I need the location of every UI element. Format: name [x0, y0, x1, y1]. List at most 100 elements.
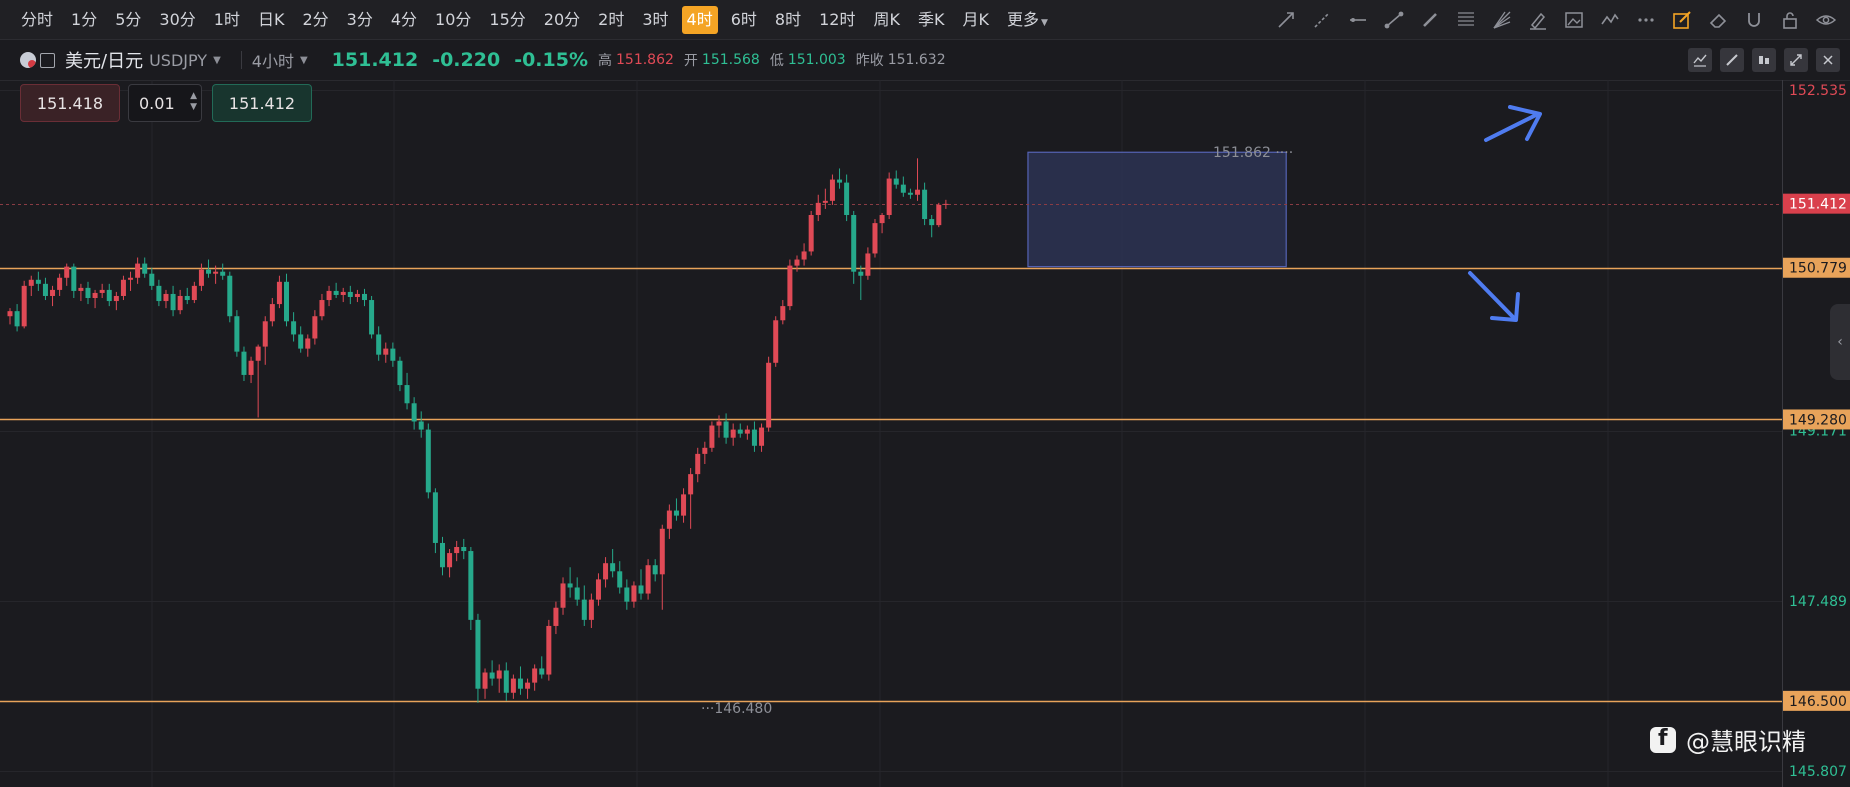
- period-selector[interactable]: 4小时: [252, 48, 294, 72]
- sell-price-button[interactable]: 151.418: [20, 84, 120, 122]
- timeframe-15[interactable]: 6时: [726, 6, 762, 34]
- more-dots-icon[interactable]: [1632, 6, 1660, 34]
- chevron-down-icon[interactable]: ▼: [213, 55, 221, 66]
- timeframe-1[interactable]: 1分: [66, 6, 102, 34]
- candle-body-37: [269, 304, 275, 322]
- candle-body-87: [624, 587, 630, 602]
- wave-icon[interactable]: [1596, 6, 1624, 34]
- candle-body-9: [71, 266, 77, 291]
- price-axis[interactable]: 152.535149.171147.489145.807150.779149.2…: [1783, 83, 1850, 780]
- timeframe-10[interactable]: 15分: [484, 6, 530, 34]
- timeframe-11[interactable]: 20分: [539, 6, 585, 34]
- group-icon: [40, 52, 55, 68]
- segment-icon[interactable]: [1380, 6, 1408, 34]
- candle-body-46: [333, 290, 339, 295]
- candle-body-2: [21, 285, 27, 327]
- low-marker-label: ···146.480: [701, 701, 772, 717]
- candle-body-15: [113, 295, 119, 302]
- eraser-icon[interactable]: [1704, 6, 1732, 34]
- candle-body-126: [900, 184, 906, 193]
- compare-icon[interactable]: [1752, 48, 1776, 72]
- candle-body-23: [170, 293, 176, 311]
- candle-body-69: [496, 670, 502, 679]
- price-change: -0.220: [432, 49, 501, 71]
- chevron-down-icon[interactable]: ▼: [300, 55, 308, 66]
- candle-body-8: [64, 266, 70, 278]
- candle-body-91: [652, 565, 658, 575]
- chevron-down-icon: ▼: [1040, 18, 1048, 28]
- candle-body-82: [588, 599, 594, 620]
- level-tag-0: 150.779: [1789, 261, 1847, 277]
- timeframe-6[interactable]: 2分: [297, 6, 333, 34]
- prev-close-value: 151.632: [887, 52, 946, 68]
- candle-body-55: [397, 360, 403, 386]
- last-price: 151.412: [331, 49, 419, 71]
- candle-body-105: [751, 429, 757, 446]
- magnet-icon[interactable]: [1740, 6, 1768, 34]
- timeframe-12[interactable]: 2时: [593, 6, 629, 34]
- candle-body-19: [142, 263, 148, 274]
- chevron-left-icon[interactable]: ‹: [1830, 304, 1850, 380]
- eye-icon[interactable]: [1812, 6, 1840, 34]
- symbol-name[interactable]: 美元/日元: [65, 47, 143, 73]
- timeframe-17[interactable]: 12时: [814, 6, 860, 34]
- indicator-icon[interactable]: [1688, 48, 1712, 72]
- timeframe-0[interactable]: 分时: [16, 6, 58, 34]
- candle-body-103: [737, 429, 743, 434]
- timeframe-18[interactable]: 周K: [868, 6, 905, 34]
- timeframe-2[interactable]: 5分: [110, 6, 146, 34]
- stepper-arrows-icon[interactable]: ▲ ▼: [190, 91, 197, 113]
- image-icon[interactable]: [1560, 6, 1588, 34]
- symbol-summary: 美元/日元 USDJPY ▼ 4小时 ▼ 151.412 -0.220 -0.1…: [20, 40, 946, 80]
- horizontal-line-icon[interactable]: [1344, 6, 1372, 34]
- candle-body-53: [383, 348, 389, 355]
- fibonacci-icon[interactable]: [1452, 6, 1480, 34]
- timeframe-9[interactable]: 10分: [430, 6, 476, 34]
- fullscreen-icon[interactable]: [1784, 48, 1808, 72]
- timeframe-7[interactable]: 3分: [342, 6, 378, 34]
- ray-line-icon[interactable]: [1308, 6, 1336, 34]
- candle-body-32: [234, 316, 240, 352]
- candle-body-10: [78, 287, 84, 291]
- pen-icon[interactable]: [1416, 6, 1444, 34]
- candle-body-66: [475, 619, 481, 689]
- candle-body-112: [801, 251, 807, 260]
- timeframe-8[interactable]: 4分: [386, 6, 422, 34]
- high-marker-label: 151.862 ····: [1213, 145, 1293, 161]
- buy-price-button[interactable]: 151.412: [212, 84, 312, 122]
- timeframe-13[interactable]: 3时: [637, 6, 673, 34]
- timeframe-5[interactable]: 日K: [253, 6, 290, 34]
- price-change-pct: -0.15%: [514, 49, 588, 71]
- timeframe-3[interactable]: 30分: [154, 6, 200, 34]
- highlighter-icon[interactable]: [1524, 6, 1552, 34]
- trend-line-icon[interactable]: [1272, 6, 1300, 34]
- gann-fan-icon[interactable]: [1488, 6, 1516, 34]
- level-tag-2: 146.500: [1789, 694, 1847, 710]
- candle-body-71: [510, 678, 516, 693]
- timeframe-19[interactable]: 季K: [913, 6, 950, 34]
- candle-body-21: [156, 285, 162, 302]
- candle-body-119: [851, 215, 857, 272]
- candle-body-92: [659, 528, 665, 575]
- candle-body-35: [255, 346, 261, 361]
- timeframe-20[interactable]: 月K: [957, 6, 994, 34]
- symbol-code[interactable]: USDJPY: [149, 51, 207, 70]
- edit-active-icon[interactable]: [1668, 6, 1696, 34]
- candle-body-125: [893, 178, 899, 185]
- edit-icon[interactable]: [1720, 48, 1744, 72]
- high-value: 151.862: [616, 52, 674, 68]
- timeframe-16[interactable]: 8时: [770, 6, 806, 34]
- timeframe-14[interactable]: 4时: [681, 6, 718, 34]
- timeframe-4[interactable]: 1时: [209, 6, 245, 34]
- quantity-stepper[interactable]: 0.01 ▲ ▼: [128, 84, 202, 122]
- lock-icon[interactable]: [1776, 6, 1804, 34]
- candle-body-67: [482, 672, 488, 689]
- timeframe-toolbar: 分时 1分 5分 30分 1时 日K 2分 3分 4分 10分 15分 20分 2时 3时 4时 6时 8时 12…: [0, 0, 1850, 40]
- candle-body-76: [546, 625, 552, 675]
- candle-body-62: [447, 553, 453, 568]
- candle-body-20: [149, 273, 155, 286]
- timeframe-21[interactable]: 更多 ▼: [1002, 6, 1053, 34]
- close-icon[interactable]: [1816, 48, 1840, 72]
- current-price-tag: 151.412: [1789, 197, 1847, 213]
- price-tick-3: 147.489: [1789, 594, 1847, 610]
